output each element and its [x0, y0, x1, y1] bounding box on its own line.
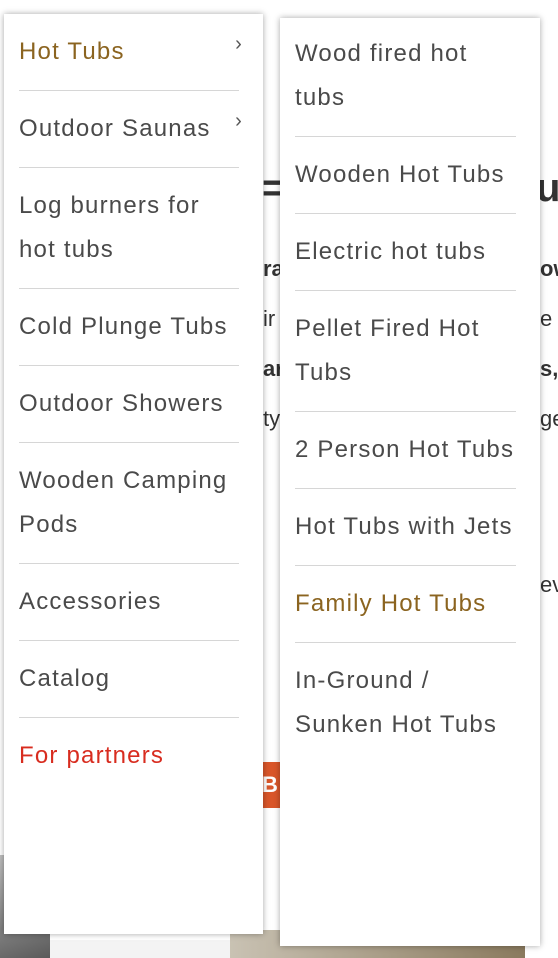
- submenu-item-wooden[interactable]: Wooden Hot Tubs: [295, 137, 516, 214]
- submenu-item-wood-fired[interactable]: Wood fired hot tubs: [295, 18, 516, 137]
- submenu-item-label: 2 Person Hot Tubs: [295, 436, 515, 463]
- menu-item-label: Catalog: [19, 665, 111, 692]
- menu-item-for-partners[interactable]: For partners: [19, 718, 239, 794]
- background-text-fragment: ty: [263, 406, 281, 431]
- background-text-fragment: ow: [540, 256, 558, 281]
- submenu-item-label: Wooden Hot Tubs: [295, 161, 505, 188]
- menu-item-catalog[interactable]: Catalog: [19, 641, 239, 718]
- submenu-item-label: Wood fired hot tubs: [295, 40, 468, 111]
- menu-item-wooden-camping-pods[interactable]: Wooden Camping Pods: [19, 443, 239, 564]
- submenu-item-in-ground-sunken[interactable]: In-Ground / Sunken Hot Tubs: [295, 643, 516, 763]
- menu-item-accessories[interactable]: Accessories: [19, 564, 239, 641]
- submenu-item-label: Family Hot Tubs: [295, 590, 487, 617]
- chevron-right-icon: ›: [235, 110, 243, 132]
- menu-item-outdoor-saunas[interactable]: Outdoor Saunas ›: [19, 91, 242, 168]
- menu-item-outdoor-showers[interactable]: Outdoor Showers: [19, 366, 239, 443]
- submenu-item-2-person[interactable]: 2 Person Hot Tubs: [295, 412, 516, 489]
- menu-item-hot-tubs[interactable]: Hot Tubs ›: [19, 14, 242, 91]
- background-text-fragment: e: [540, 306, 553, 331]
- menu-item-log-burners[interactable]: Log burners for hot tubs: [19, 168, 239, 289]
- submenu-item-family[interactable]: Family Hot Tubs: [295, 566, 516, 643]
- submenu-item-with-jets[interactable]: Hot Tubs with Jets: [295, 489, 516, 566]
- menu-item-label: Outdoor Saunas: [19, 115, 211, 142]
- submenu-item-electric[interactable]: Electric hot tubs: [295, 214, 516, 291]
- submenu-item-label: In-Ground / Sunken Hot Tubs: [295, 667, 498, 738]
- background-text-fragment: ev: [540, 572, 558, 597]
- background-text-fragment: ir: [263, 306, 276, 331]
- menu-item-label: For partners: [19, 742, 165, 769]
- submenu-item-label: Electric hot tubs: [295, 238, 487, 265]
- menu-item-cold-plunge-tubs[interactable]: Cold Plunge Tubs: [19, 289, 239, 366]
- background-text-fragment: s,: [540, 356, 558, 381]
- main-dropdown-menu: Hot Tubs › Outdoor Saunas › Log burners …: [4, 14, 263, 934]
- submenu-item-label: Pellet Fired Hot Tubs: [295, 315, 480, 386]
- menu-item-label: Accessories: [19, 588, 162, 615]
- menu-item-label: Log burners for hot tubs: [19, 192, 200, 263]
- submenu-item-pellet-fired[interactable]: Pellet Fired Hot Tubs: [295, 291, 516, 412]
- chevron-right-icon: ›: [235, 33, 243, 55]
- hot-tubs-submenu: Wood fired hot tubs Wooden Hot Tubs Elec…: [280, 18, 540, 946]
- submenu-item-label: Hot Tubs with Jets: [295, 513, 513, 540]
- menu-item-label: Wooden Camping Pods: [19, 467, 228, 538]
- background-text-fragment: ge: [540, 406, 558, 431]
- menu-item-label: Hot Tubs: [19, 38, 125, 65]
- menu-item-label: Outdoor Showers: [19, 390, 224, 417]
- menu-item-label: Cold Plunge Tubs: [19, 313, 228, 340]
